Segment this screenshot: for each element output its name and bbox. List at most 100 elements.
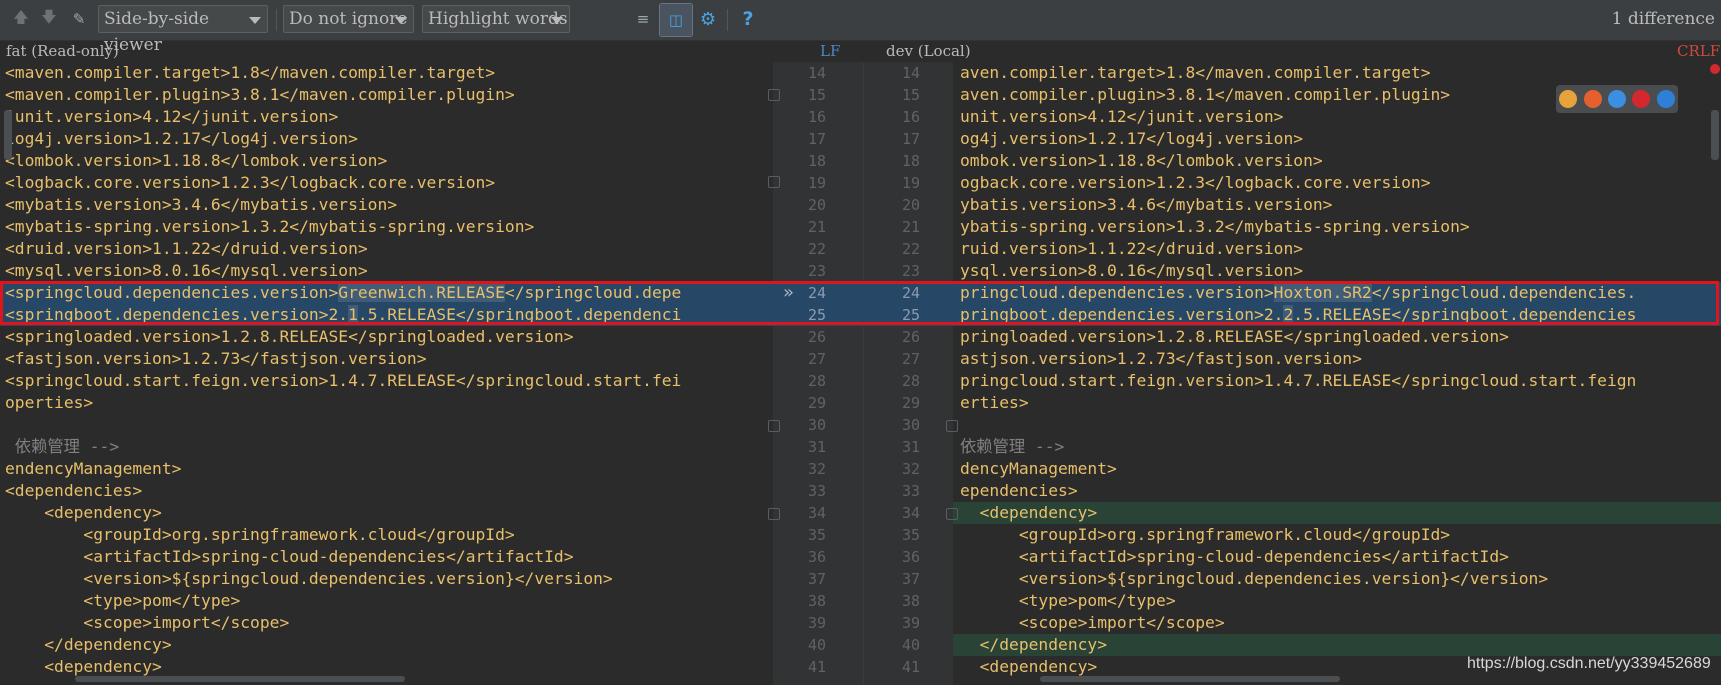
- edit-source-icon[interactable]: ✎: [68, 8, 90, 30]
- code-line[interactable]: 依赖管理 -->: [953, 436, 1721, 458]
- code-line[interactable]: pringboot.dependencies.version>2.2.5.REL…: [953, 304, 1721, 326]
- sync-scroll-icon[interactable]: ◫: [659, 3, 693, 37]
- code-line[interactable]: ombok.version>1.18.8</lombok.version>: [953, 150, 1721, 172]
- left-horizontal-scrollbar[interactable]: [75, 676, 405, 682]
- line-number: 37: [901, 570, 920, 588]
- code-text: </dependency>: [960, 635, 1108, 654]
- line-number: 30: [901, 416, 920, 434]
- code-line[interactable]: <scope>import</scope>: [0, 612, 773, 634]
- fold-marker-icon[interactable]: [768, 89, 780, 101]
- code-text: <lombok.version>1.18.8</lombok.version>: [5, 151, 388, 170]
- right-editor[interactable]: aven.compiler.target>1.8</maven.compiler…: [953, 62, 1721, 685]
- left-pane-title: fat (Read-only): [6, 42, 119, 60]
- right-line-ending[interactable]: CRLF: [1677, 40, 1720, 62]
- code-line[interactable]: <artifactId>spring-cloud-dependencies</a…: [0, 546, 773, 568]
- code-line[interactable]: <version>${springcloud.dependencies.vers…: [0, 568, 773, 590]
- code-line[interactable]: [953, 414, 1721, 436]
- opera-icon[interactable]: [1632, 90, 1651, 108]
- code-line[interactable]: ybatis-spring.version>1.3.2</mybatis-spr…: [953, 216, 1721, 238]
- viewer-mode-select[interactable]: Side-by-side viewer: [98, 5, 268, 55]
- code-line[interactable]: dencyManagement>: [953, 458, 1721, 480]
- code-line[interactable]: pringcloud.dependencies.version>Hoxton.S…: [953, 282, 1721, 304]
- code-line[interactable]: <springloaded.version>1.2.8.RELEASE</spr…: [0, 326, 773, 348]
- code-line[interactable]: og4j.version>1.2.17</log4j.version>: [953, 128, 1721, 150]
- code-line[interactable]: erties>: [953, 392, 1721, 414]
- code-line[interactable]: <springboot.dependencies.version>2.1.5.R…: [0, 304, 773, 326]
- code-line[interactable]: astjson.version>1.2.73</fastjson.version…: [953, 348, 1721, 370]
- code-line[interactable]: <groupId>org.springframework.cloud</grou…: [953, 524, 1721, 546]
- fold-marker-icon[interactable]: [768, 176, 780, 188]
- gear-icon[interactable]: ⚙: [697, 8, 719, 30]
- fold-marker-icon[interactable]: [768, 508, 780, 520]
- code-line[interactable]: junit.version>4.12</junit.version>: [0, 106, 773, 128]
- code-line[interactable]: log4j.version>1.2.17</log4j.version>: [0, 128, 773, 150]
- right-horizontal-scrollbar[interactable]: [1040, 676, 1340, 682]
- code-line[interactable]: ysql.version>8.0.16</mysql.version>: [953, 260, 1721, 282]
- code-line[interactable]: <fastjson.version>1.2.73</fastjson.versi…: [0, 348, 773, 370]
- code-line[interactable]: ybatis.version>3.4.6</mybatis.version>: [953, 194, 1721, 216]
- code-line[interactable]: <type>pom</type>: [0, 590, 773, 612]
- code-line[interactable]: <dependencies>: [0, 480, 773, 502]
- ie-icon[interactable]: [1656, 90, 1675, 108]
- code-line[interactable]: pringcloud.start.feign.version>1.4.7.REL…: [953, 370, 1721, 392]
- code-line[interactable]: <scope>import</scope>: [953, 612, 1721, 634]
- fold-marker-icon[interactable]: [946, 508, 958, 520]
- help-icon[interactable]: ?: [737, 8, 759, 30]
- next-difference-icon[interactable]: 🡇: [38, 8, 60, 30]
- code-line[interactable]: endencyManagement>: [0, 458, 773, 480]
- left-vertical-scrollbar[interactable]: [4, 110, 12, 160]
- code-line[interactable]: operties>: [0, 392, 773, 414]
- code-line[interactable]: 依赖管理 -->: [0, 436, 773, 458]
- line-number: 24: [901, 284, 920, 302]
- left-editor[interactable]: <maven.compiler.target>1.8</maven.compil…: [0, 62, 773, 685]
- viewer-mode-label: Side-by-side viewer: [104, 9, 210, 55]
- code-line[interactable]: <dependency>: [0, 502, 773, 524]
- code-line[interactable]: <logback.core.version>1.2.3</logback.cor…: [0, 172, 773, 194]
- collapse-unchanged-icon[interactable]: ≡: [632, 8, 654, 30]
- code-text: <version>${springcloud.dependencies.vers…: [5, 569, 613, 588]
- firefox-icon[interactable]: [1583, 90, 1602, 108]
- code-line[interactable]: <groupId>org.springframework.cloud</grou…: [0, 524, 773, 546]
- code-text: og4j.version>1.2.17</log4j.version>: [960, 129, 1304, 148]
- chrome-icon[interactable]: [1559, 90, 1578, 108]
- error-indicator-icon: [1710, 64, 1720, 74]
- code-line[interactable]: <springcloud.dependencies.version>Greenw…: [0, 282, 773, 304]
- code-line[interactable]: ependencies>: [953, 480, 1721, 502]
- code-text: operties>: [5, 393, 94, 412]
- line-number: 32: [901, 460, 920, 478]
- code-line[interactable]: </dependency>: [953, 634, 1721, 656]
- code-line[interactable]: <lombok.version>1.18.8</lombok.version>: [0, 150, 773, 172]
- code-line[interactable]: <dependency>: [953, 502, 1721, 524]
- code-line[interactable]: <mybatis-spring.version>1.3.2</mybatis-s…: [0, 216, 773, 238]
- code-line[interactable]: <mybatis.version>3.4.6</mybatis.version>: [0, 194, 773, 216]
- line-number: 37: [807, 570, 826, 588]
- code-line[interactable]: ogback.core.version>1.2.3</logback.core.…: [953, 172, 1721, 194]
- code-line[interactable]: pringloaded.version>1.2.8.RELEASE</sprin…: [953, 326, 1721, 348]
- whitespace-select[interactable]: Do not ignore: [283, 5, 414, 33]
- code-text: <groupId>org.springframework.cloud</grou…: [5, 525, 515, 544]
- code-line[interactable]: <type>pom</type>: [953, 590, 1721, 612]
- code-line[interactable]: [0, 414, 773, 436]
- code-line[interactable]: <springcloud.start.feign.version>1.4.7.R…: [0, 370, 773, 392]
- right-vertical-scrollbar[interactable]: [1711, 110, 1719, 160]
- line-number: 19: [807, 174, 826, 192]
- code-line[interactable]: </dependency>: [0, 634, 773, 656]
- fold-marker-icon[interactable]: [768, 420, 780, 432]
- fold-marker-icon[interactable]: [946, 420, 958, 432]
- line-number: 38: [901, 592, 920, 610]
- code-line[interactable]: ruid.version>1.1.22</druid.version>: [953, 238, 1721, 260]
- code-line[interactable]: <dependency>: [0, 656, 773, 678]
- code-line[interactable]: aven.compiler.target>1.8</maven.compiler…: [953, 62, 1721, 84]
- code-line[interactable]: <version>${springcloud.dependencies.vers…: [953, 568, 1721, 590]
- code-line[interactable]: <artifactId>spring-cloud-dependencies</a…: [953, 546, 1721, 568]
- code-line[interactable]: <maven.compiler.plugin>3.8.1</maven.comp…: [0, 84, 773, 106]
- highlight-select[interactable]: Highlight words: [422, 5, 570, 33]
- left-line-ending[interactable]: LF: [820, 40, 840, 62]
- code-line[interactable]: <maven.compiler.target>1.8</maven.compil…: [0, 62, 773, 84]
- line-number: 28: [807, 372, 826, 390]
- previous-difference-icon[interactable]: 🡅: [10, 8, 32, 30]
- line-number: 20: [807, 196, 826, 214]
- code-line[interactable]: <mysql.version>8.0.16</mysql.version>: [0, 260, 773, 282]
- code-line[interactable]: <druid.version>1.1.22</druid.version>: [0, 238, 773, 260]
- safari-icon[interactable]: [1607, 90, 1626, 108]
